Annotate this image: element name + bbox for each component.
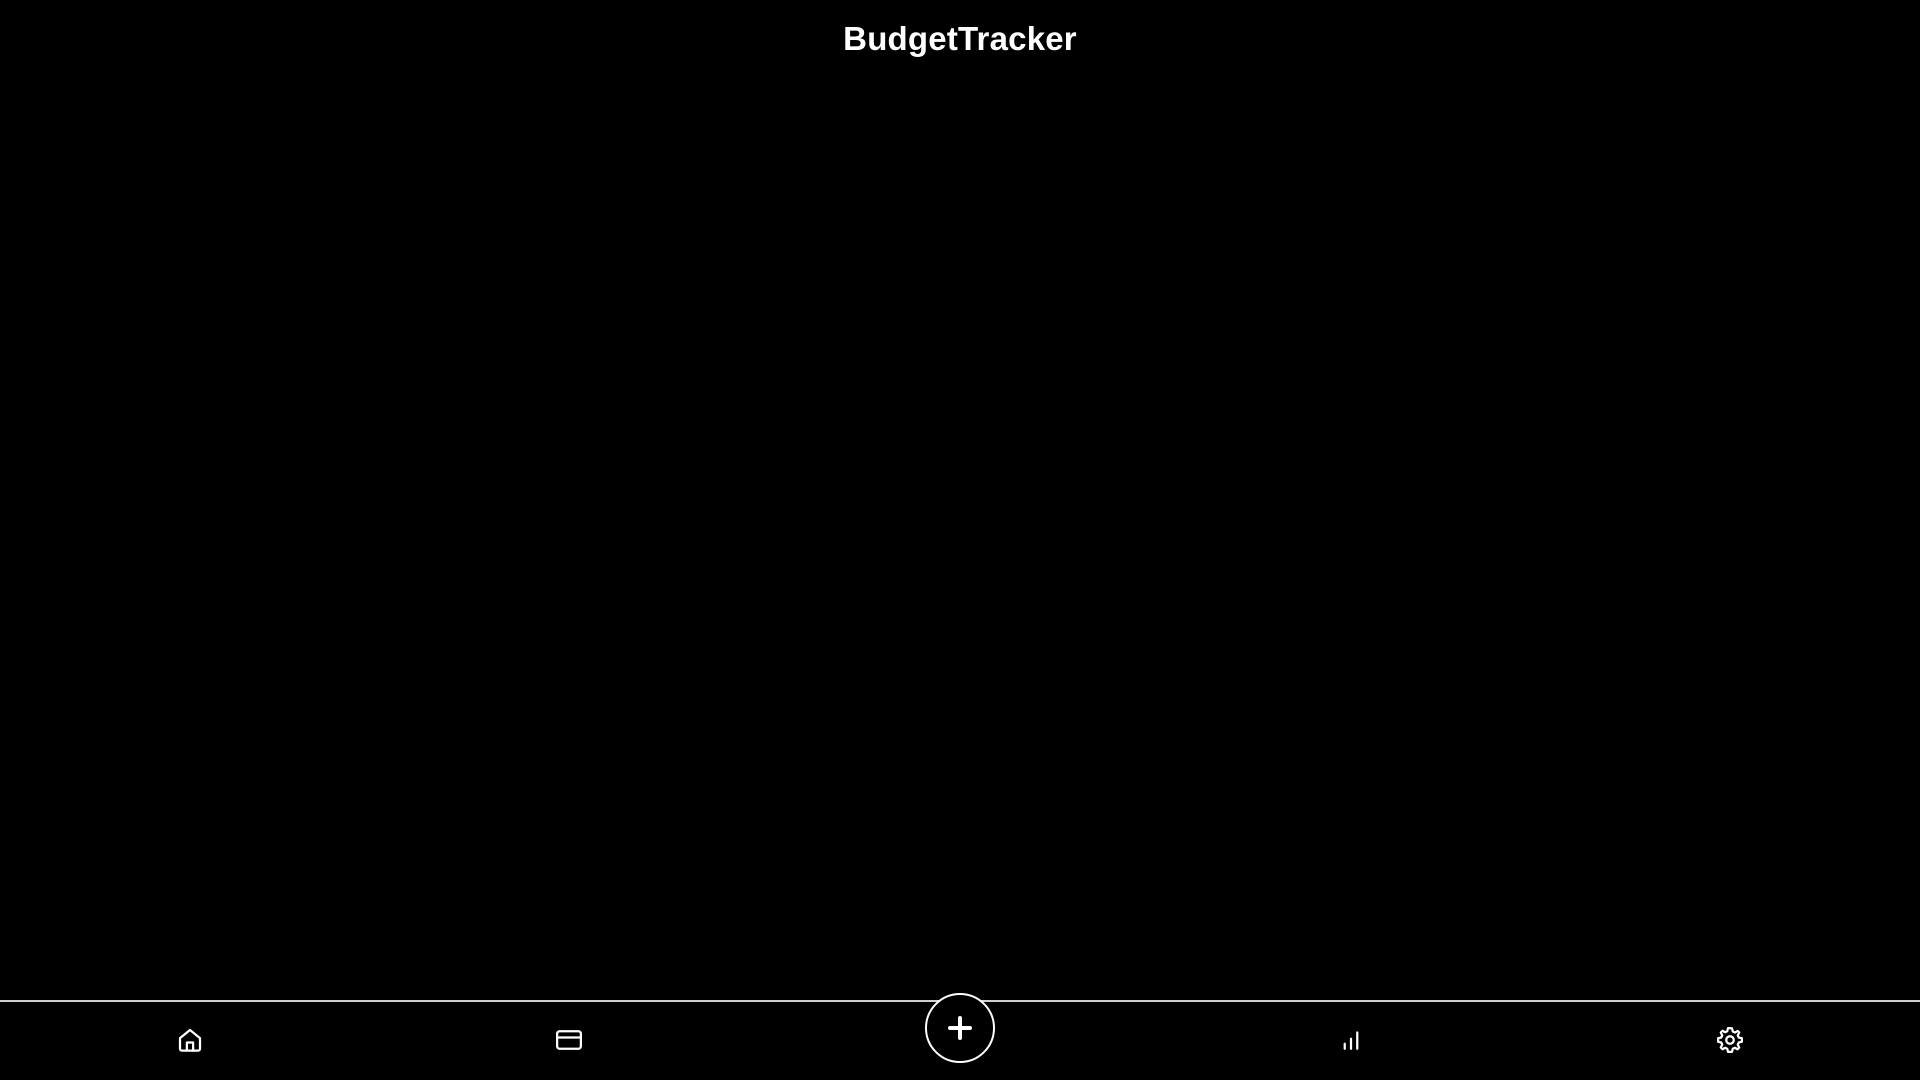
page-title: BudgetTracker: [843, 20, 1077, 57]
main-content: [0, 78, 1920, 1000]
nav-stats-button[interactable]: [1331, 1020, 1371, 1060]
nav-home-button[interactable]: [170, 1020, 210, 1060]
bar-chart-icon: [1343, 1031, 1359, 1050]
nav-cards-button[interactable]: [549, 1020, 589, 1060]
app-window: BudgetTracker: [0, 0, 1920, 1080]
header: BudgetTracker: [0, 0, 1920, 78]
add-transaction-button[interactable]: [925, 993, 995, 1063]
gear-icon: [1717, 1027, 1743, 1053]
credit-card-icon: [556, 1030, 582, 1050]
nav-settings-button[interactable]: [1710, 1020, 1750, 1060]
plus-icon: [948, 1016, 972, 1040]
home-icon: [178, 1028, 202, 1052]
